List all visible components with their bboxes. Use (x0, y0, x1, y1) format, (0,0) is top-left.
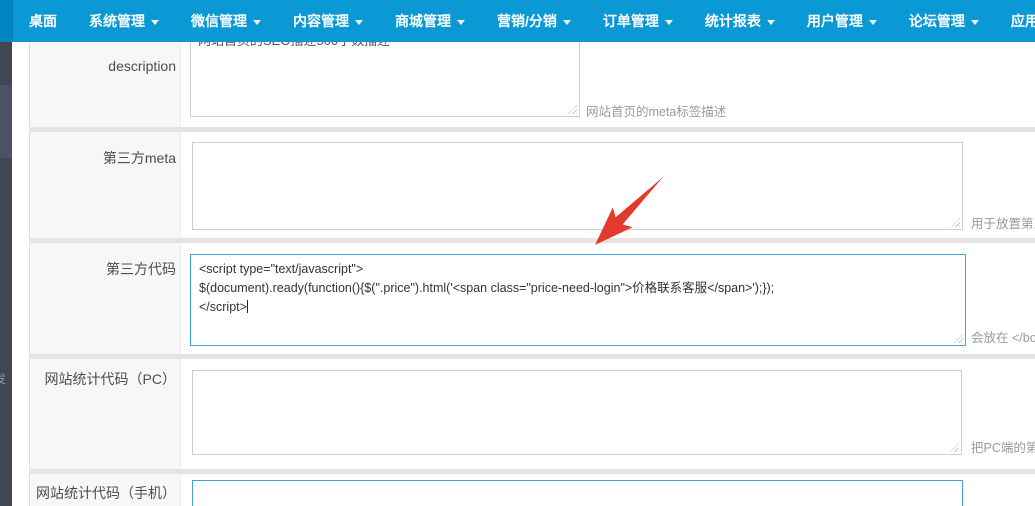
nav-item-desktop[interactable]: 桌面 (13, 0, 73, 42)
resize-grip-icon[interactable] (950, 443, 959, 452)
third-party-meta-hint: 用于放置第三 (971, 213, 1035, 232)
row-divider (29, 238, 1035, 243)
row-divider (29, 469, 1035, 474)
sidebar-partial-menu-text[interactable]: 发 (0, 370, 6, 387)
label-cell-description (30, 42, 181, 127)
nav-item-users[interactable]: 用户管理 (791, 0, 893, 42)
chevron-down-icon (767, 20, 775, 25)
nav-item-orders[interactable]: 订单管理 (587, 0, 689, 42)
nav-corner-block (0, 0, 13, 42)
chevron-down-icon (971, 20, 979, 25)
nav-item-forum[interactable]: 论坛管理 (893, 0, 995, 42)
text-cursor (247, 300, 248, 313)
row-divider (29, 127, 1035, 132)
admin-settings-page: description 网站首页的SEO描述500字数描述 网站首页的meta标… (0, 0, 1035, 506)
nav-item-marketing[interactable]: 营销/分销 (481, 0, 587, 42)
stats-pc-hint: 把PC端的第 (971, 437, 1035, 456)
stats-pc-textarea[interactable] (192, 370, 962, 455)
nav-item-plugins[interactable]: 应用插件 (995, 0, 1035, 42)
sidebar-active-block[interactable] (0, 85, 12, 158)
third-party-code-hint: 会放在 </bo (971, 327, 1035, 346)
nav-item-reports[interactable]: 统计报表 (689, 0, 791, 42)
nav-item-mall[interactable]: 商城管理 (379, 0, 481, 42)
nav-item-wechat[interactable]: 微信管理 (175, 0, 277, 42)
chevron-down-icon (151, 20, 159, 25)
description-label: description (30, 58, 176, 74)
collapsed-sidebar: 发 (0, 42, 12, 506)
third-party-meta-label: 第三方meta (30, 148, 176, 168)
resize-grip-icon[interactable] (568, 105, 577, 114)
chevron-down-icon (355, 20, 363, 25)
top-nav: 桌面 系统管理 微信管理 内容管理 商城管理 营销/分销 订单管理 统计报表 用… (0, 0, 1035, 42)
chevron-down-icon (563, 20, 571, 25)
description-textarea[interactable]: 网站首页的SEO描述500字数描述 (190, 36, 580, 117)
stats-mobile-label: 网站统计代码（手机） (30, 483, 176, 503)
chevron-down-icon (457, 20, 465, 25)
third-party-code-textarea[interactable]: <script type="text/javascript"> $(docume… (190, 254, 966, 346)
row-divider (29, 354, 1035, 359)
stats-mobile-textarea[interactable] (192, 480, 963, 506)
chevron-down-icon (869, 20, 877, 25)
third-party-code-value: <script type="text/javascript"> $(docume… (199, 262, 774, 314)
nav-item-content[interactable]: 内容管理 (277, 0, 379, 42)
third-party-meta-textarea[interactable] (192, 142, 963, 230)
resize-grip-icon[interactable] (954, 334, 963, 343)
stats-pc-label: 网站统计代码（PC） (30, 369, 176, 389)
resize-grip-icon[interactable] (951, 218, 960, 227)
nav-item-system[interactable]: 系统管理 (73, 0, 175, 42)
description-hint: 网站首页的meta标签描述 (586, 101, 726, 120)
chevron-down-icon (665, 20, 673, 25)
third-party-code-label: 第三方代码 (30, 259, 176, 279)
chevron-down-icon (253, 20, 261, 25)
